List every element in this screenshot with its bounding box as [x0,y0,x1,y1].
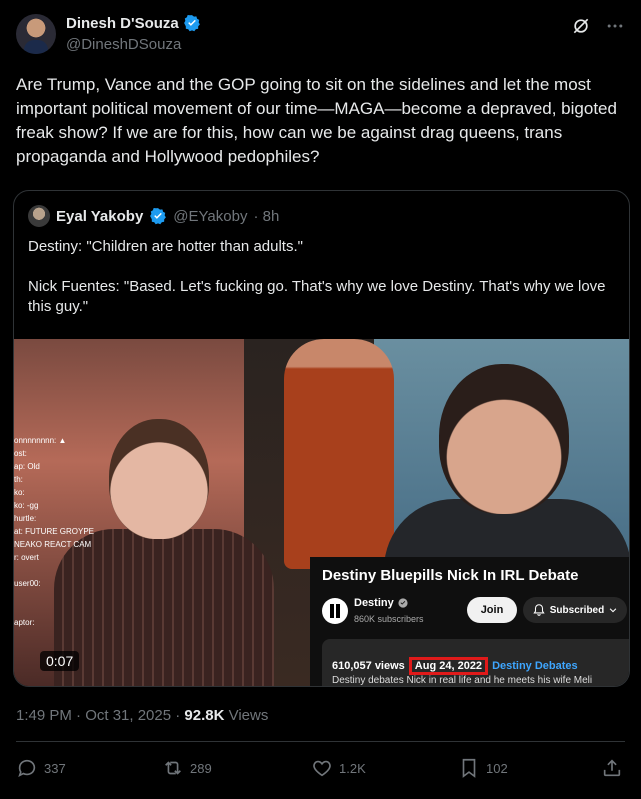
video-figure-right-head [439,364,569,514]
chat-line [14,603,94,616]
author-name-text[interactable]: Dinesh D'Souza [66,15,179,32]
divider [16,741,625,742]
chat-line: th: [14,475,23,484]
quoted-time: · 8h [253,207,280,225]
author-handle[interactable]: @DineshDSouza [66,36,201,53]
quoted-line: Nick Fuentes: "Based. Let's fucking go. … [28,278,606,315]
chat-line: ost: [14,449,27,458]
bookmark-icon [462,758,476,778]
youtube-subscribed-button: Subscribed [523,597,627,623]
quoted-avatar[interactable] [28,205,50,227]
chat-line: aptor: [14,618,35,627]
youtube-channel-name-text: Destiny [354,597,394,609]
chat-line: r: overt [14,553,39,562]
youtube-info-panel: Destiny Bluepills Nick In IRL Debate Des… [310,557,629,686]
youtube-description: Destiny debates Nick in real life and he… [332,675,593,686]
quoted-display-name[interactable]: Eyal Yakoby [56,208,143,225]
youtube-playlist-link: Destiny Debates [492,660,578,672]
reply-button[interactable]: 337 [16,757,66,779]
youtube-verified-icon [398,598,408,608]
chat-line: hurtle: [14,514,37,523]
youtube-description-box: 610,057 views Aug 24, 2022 Destiny Debat… [322,639,629,686]
chat-line [14,564,94,577]
view-label: Views [224,707,269,724]
chevron-down-icon [609,608,617,613]
video-figure-left-head [109,419,209,539]
chat-line: user00: [14,579,41,588]
youtube-upload-date-highlighted: Aug 24, 2022 [408,657,489,675]
author-avatar[interactable] [16,14,56,54]
chat-line [14,590,94,603]
tweet-meta: 1:49 PM · Oct 31, 2025 · 92.8K Views [16,707,268,724]
verified-badge-icon [183,14,200,32]
chat-line: onnnnnnnn: ▲ [14,436,67,445]
bookmark-count: 102 [486,760,508,776]
chat-line: NEAKO REACT CAM [14,540,92,549]
share-icon [603,759,621,777]
reply-count: 337 [44,760,66,776]
like-button[interactable]: 1.2K [311,757,366,779]
youtube-stats: 610,057 views Aug 24, 2022 Destiny Debat… [332,657,578,675]
quoted-handle[interactable]: @EYakoby [173,208,247,225]
video-media[interactable]: onnnnnnnn: ▲ ost: ap: Old th: ko: ko: -g… [14,339,629,686]
tweet-timestamp[interactable]: 1:49 PM · Oct 31, 2025 · [16,707,184,724]
youtube-subscriber-count: 860K subscribers [354,614,424,624]
youtube-channel-logo [322,598,348,624]
quoted-tweet[interactable]: Eyal Yakoby @EYakoby · 8h Destiny: "Chil… [13,190,630,687]
stream-chat-overlay: onnnnnnnn: ▲ ost: ap: Old th: ko: ko: -g… [14,434,94,629]
more-options-icon[interactable] [605,16,625,36]
reply-icon [18,759,36,777]
author-display-name[interactable]: Dinesh D'Souza [66,14,201,32]
chat-line: ap: Old [14,462,40,471]
chat-line: at: FUTURE GROYPER [14,527,94,536]
like-count: 1.2K [339,760,366,776]
quoted-text: Destiny: "Children are hotter than adult… [28,237,618,337]
author-names: Dinesh D'Souza @DineshDSouza [66,14,201,53]
tweet-header: Dinesh D'Souza @DineshDSouza [16,12,625,60]
repost-button[interactable]: 289 [162,757,212,779]
youtube-subscribed-label: Subscribed [549,604,605,616]
grok-icon[interactable] [571,16,591,36]
view-count: 92.8K [184,707,225,724]
quoted-header: Eyal Yakoby @EYakoby · 8h [28,205,279,227]
bookmark-button[interactable]: 102 [458,757,508,779]
youtube-views: 610,057 views [332,660,405,672]
video-figure-background [284,339,394,569]
repost-icon [165,761,181,775]
youtube-video-title: Destiny Bluepills Nick In IRL Debate [322,567,579,584]
tweet-text: Are Trump, Vance and the GOP going to si… [16,75,617,166]
chat-line: ko: [14,488,25,497]
header-actions [571,16,625,36]
youtube-channel-name: Destiny [354,597,408,609]
quoted-line: Destiny: "Children are hotter than adult… [28,238,303,255]
repost-count: 289 [190,760,212,776]
action-bar: 337 289 1.2K 102 [16,757,625,785]
chat-line: ko: -gg [14,501,39,510]
share-button[interactable] [601,757,623,779]
heart-icon [313,760,331,777]
youtube-join-button: Join [467,597,517,623]
video-duration-badge: 0:07 [40,651,80,671]
quoted-verified-badge-icon [150,207,167,225]
bell-icon [533,604,545,616]
